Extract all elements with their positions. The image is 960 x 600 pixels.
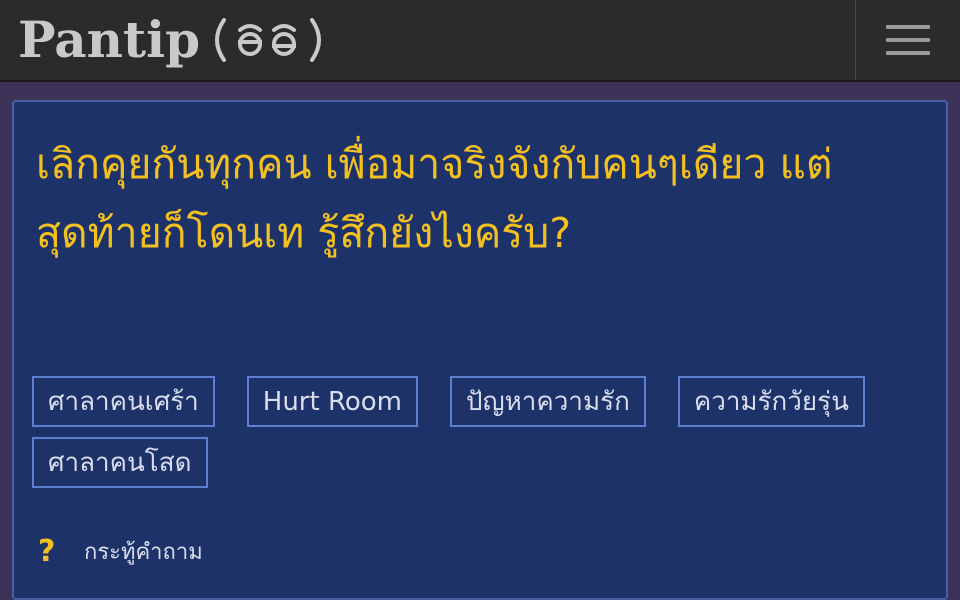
pantip-logo[interactable]: Pantip [18, 4, 330, 74]
logo-text: Pantip [18, 9, 201, 69]
tag-list: ศาลาคนเศร้า Hurt Room ปัญหาความรัก ความร… [32, 376, 932, 488]
tag-hurt-room[interactable]: Hurt Room [246, 376, 418, 427]
tag-teen-love[interactable]: ความรักวัยรุ่น [677, 376, 865, 427]
tag-love-problems[interactable]: ปัญหาความรัก [449, 376, 646, 427]
topic-title: เลิกคุยกันทุกคน เพื่อมาจริงจังกับคนๆเดีย… [36, 140, 833, 257]
top-navigation-bar: Pantip [0, 0, 960, 82]
question-mark-icon: ? [38, 534, 56, 569]
menu-button[interactable] [856, 0, 960, 80]
pantip-logo-mark-icon [206, 12, 330, 72]
tag-sala-khon-sot[interactable]: ศาลาคนโสด [32, 437, 208, 488]
tag-sala-khon-sao[interactable]: ศาลาคนเศร้า [32, 376, 215, 427]
topic-type-label: กระทู้คำถาม [84, 540, 203, 565]
topic-card: เลิกคุยกันทุกคน เพื่อมาจริงจังกับคนๆเดีย… [12, 100, 948, 600]
topic-type: ? กระทู้คำถาม [38, 534, 203, 569]
hamburger-menu-icon [886, 25, 930, 55]
